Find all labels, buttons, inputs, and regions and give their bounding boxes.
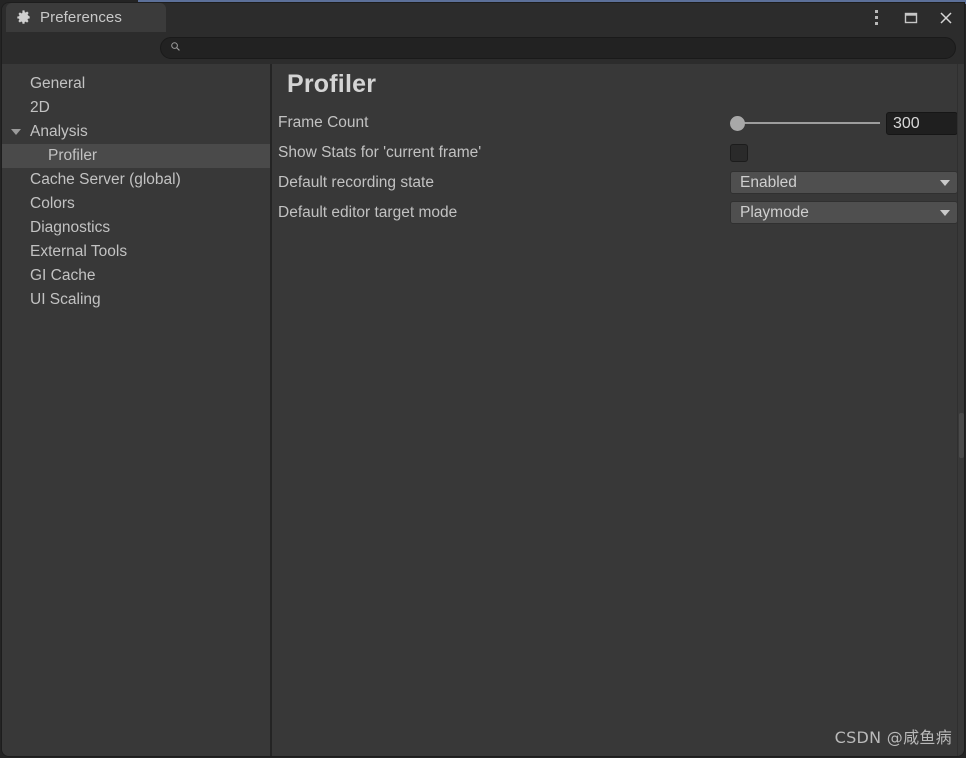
sidebar-item-label: GI Cache xyxy=(30,267,96,284)
sidebar-item-label: Profiler xyxy=(48,147,98,164)
sidebar-item-label: Diagnostics xyxy=(30,219,111,236)
preference-row: Default recording state Enabled xyxy=(272,168,964,198)
search-row xyxy=(2,32,964,64)
frame-count-input[interactable]: 300 xyxy=(886,112,958,135)
slider-track xyxy=(738,122,880,124)
maximize-icon[interactable] xyxy=(901,8,921,28)
sidebar-item-gi-cache[interactable]: GI Cache xyxy=(2,264,270,288)
preference-label: Show Stats for 'current frame' xyxy=(278,144,482,161)
chevron-down-icon xyxy=(940,179,950,186)
dropdown-value: Enabled xyxy=(740,173,797,191)
sidebar-item-label: 2D xyxy=(30,99,50,116)
chevron-down-icon xyxy=(940,209,950,216)
search-box[interactable] xyxy=(160,37,956,59)
sidebar-item-label: External Tools xyxy=(30,243,128,260)
sidebar-item-colors[interactable]: Colors xyxy=(2,192,270,216)
expand-collapse-caret-icon[interactable] xyxy=(2,129,30,135)
slider-handle[interactable] xyxy=(730,116,745,131)
chevron-down-icon xyxy=(11,129,21,135)
sidebar-item-label: Cache Server (global) xyxy=(30,171,181,188)
scroll-track xyxy=(957,64,958,756)
preference-row: Default editor target mode Playmode xyxy=(272,198,964,228)
watermark: CSDN @咸鱼病 xyxy=(834,728,952,747)
sidebar-item-profiler[interactable]: Profiler xyxy=(2,144,270,168)
title-bar: Preferences xyxy=(2,3,964,32)
tab-label: Preferences xyxy=(40,9,122,26)
desktop-backdrop: Preferences General 2D Analysis Profiler… xyxy=(0,0,966,758)
search-icon xyxy=(170,39,181,57)
sidebar-item-ui-scaling[interactable]: UI Scaling xyxy=(2,288,270,312)
preference-row: Frame Count 300 xyxy=(272,108,964,138)
preference-label: Default recording state xyxy=(278,174,434,191)
preference-label: Frame Count xyxy=(278,114,369,131)
sidebar-item-label: Colors xyxy=(30,195,75,212)
sidebar-item-label: Analysis xyxy=(30,123,88,140)
sidebar-item-external-tools[interactable]: External Tools xyxy=(2,240,270,264)
dropdown-default-editor-target-mode[interactable]: Playmode xyxy=(730,201,958,224)
sidebar-item-general[interactable]: General xyxy=(2,72,270,96)
sidebar-item-cache-server-global[interactable]: Cache Server (global) xyxy=(2,168,270,192)
page-title: Profiler xyxy=(287,70,377,98)
kebab-menu-icon[interactable] xyxy=(866,8,886,28)
close-icon[interactable] xyxy=(936,8,956,28)
body-area: General 2D Analysis Profiler Cache Server (g… xyxy=(2,64,964,756)
sidebar-item-analysis[interactable]: Analysis xyxy=(2,120,270,144)
scrollbar-thumb[interactable] xyxy=(959,413,964,458)
preference-label: Default editor target mode xyxy=(278,204,458,221)
sidebar-item-diagnostics[interactable]: Diagnostics xyxy=(2,216,270,240)
frame-count-slider[interactable] xyxy=(730,108,880,138)
show-stats-checkbox[interactable] xyxy=(730,144,748,162)
tab-preferences[interactable]: Preferences xyxy=(6,3,166,32)
settings-content-panel: Profiler Frame Count 300 Show Stats for 'c… xyxy=(272,64,964,756)
sidebar-item-2d[interactable]: 2D xyxy=(2,96,270,120)
search-input[interactable] xyxy=(187,41,955,55)
gear-icon xyxy=(16,10,31,25)
window-controls xyxy=(866,3,956,32)
settings-sidebar: General 2D Analysis Profiler Cache Server (g… xyxy=(2,64,270,756)
sidebar-item-label: UI Scaling xyxy=(30,291,101,308)
dropdown-default-recording-state[interactable]: Enabled xyxy=(730,171,958,194)
sidebar-item-label: General xyxy=(30,75,86,92)
preferences-window: Preferences General 2D Analysis Profiler… xyxy=(2,3,964,756)
preference-row: Show Stats for 'current frame' xyxy=(272,138,964,168)
dropdown-value: Playmode xyxy=(740,203,809,221)
